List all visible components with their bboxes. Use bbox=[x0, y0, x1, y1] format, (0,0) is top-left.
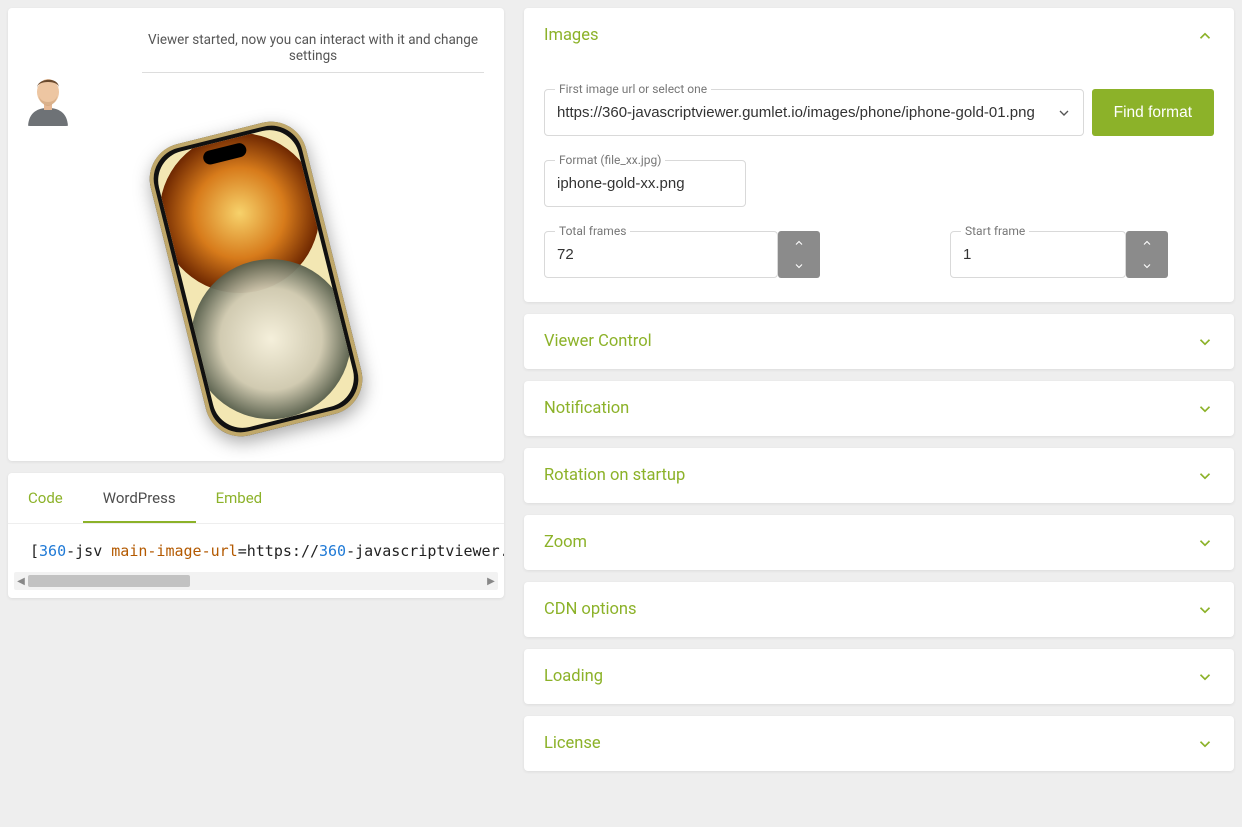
chevron-down-icon bbox=[1196, 735, 1214, 753]
section-viewer-control: Viewer Control bbox=[524, 314, 1234, 369]
find-format-button[interactable]: Find format bbox=[1092, 89, 1214, 136]
section-notification: Notification bbox=[524, 381, 1234, 436]
total-frames-increment[interactable] bbox=[778, 231, 820, 255]
chevron-down-icon bbox=[1196, 467, 1214, 485]
product-preview-image bbox=[142, 114, 370, 444]
section-viewer-control-toggle[interactable]: Viewer Control bbox=[524, 314, 1234, 369]
format-input[interactable] bbox=[545, 161, 745, 206]
section-license-toggle[interactable]: License bbox=[524, 716, 1234, 771]
avatar bbox=[24, 66, 72, 126]
start-frame-label: Start frame bbox=[961, 224, 1029, 238]
section-zoom-title: Zoom bbox=[544, 533, 587, 552]
section-notification-title: Notification bbox=[544, 399, 629, 418]
scroll-left-icon[interactable]: ◀ bbox=[14, 574, 28, 588]
output-tabs: Code WordPress Embed bbox=[8, 473, 504, 524]
first-image-url-select[interactable]: First image url or select one bbox=[544, 89, 1084, 136]
total-frames-stepper: Total frames bbox=[544, 231, 820, 278]
section-cdn: CDN options bbox=[524, 582, 1234, 637]
total-frames-input[interactable] bbox=[545, 232, 777, 277]
first-image-url-input[interactable] bbox=[545, 90, 1046, 135]
tab-code[interactable]: Code bbox=[8, 473, 83, 523]
section-loading: Loading bbox=[524, 649, 1234, 704]
scrollbar-thumb[interactable] bbox=[28, 575, 190, 587]
chevron-down-icon bbox=[1196, 668, 1214, 686]
scroll-right-icon[interactable]: ▶ bbox=[484, 574, 498, 588]
viewer-360-stage[interactable] bbox=[20, 109, 492, 449]
tab-embed[interactable]: Embed bbox=[196, 473, 283, 523]
section-rotation: Rotation on startup bbox=[524, 448, 1234, 503]
section-zoom-toggle[interactable]: Zoom bbox=[524, 515, 1234, 570]
code-snippet[interactable]: [360-jsv main-image-url=https://360-java… bbox=[8, 524, 504, 566]
section-rotation-title: Rotation on startup bbox=[544, 466, 685, 485]
section-images-title: Images bbox=[544, 26, 598, 45]
viewer-status-message: Viewer started, now you can interact wit… bbox=[142, 32, 484, 73]
chevron-down-icon[interactable] bbox=[1046, 90, 1083, 135]
section-loading-title: Loading bbox=[544, 667, 603, 686]
section-zoom: Zoom bbox=[524, 515, 1234, 570]
format-label: Format (file_xx.jpg) bbox=[555, 153, 665, 167]
section-license-title: License bbox=[544, 734, 601, 753]
section-images: Images First image url or select one Fin… bbox=[524, 8, 1234, 302]
total-frames-decrement[interactable] bbox=[778, 255, 820, 279]
start-frame-input[interactable] bbox=[951, 232, 1125, 277]
code-horizontal-scrollbar[interactable]: ◀ ▶ bbox=[14, 572, 498, 590]
start-frame-increment[interactable] bbox=[1126, 231, 1168, 255]
section-notification-toggle[interactable]: Notification bbox=[524, 381, 1234, 436]
tab-wordpress[interactable]: WordPress bbox=[83, 473, 196, 523]
first-image-url-label: First image url or select one bbox=[555, 82, 711, 96]
format-field: Format (file_xx.jpg) bbox=[544, 160, 746, 207]
start-frame-decrement[interactable] bbox=[1126, 255, 1168, 279]
section-cdn-toggle[interactable]: CDN options bbox=[524, 582, 1234, 637]
chevron-down-icon bbox=[1196, 601, 1214, 619]
section-rotation-toggle[interactable]: Rotation on startup bbox=[524, 448, 1234, 503]
chevron-up-icon bbox=[1196, 27, 1214, 45]
start-frame-stepper: Start frame bbox=[950, 231, 1168, 278]
chevron-down-icon bbox=[1196, 400, 1214, 418]
section-license: License bbox=[524, 716, 1234, 771]
viewer-panel: Viewer started, now you can interact wit… bbox=[8, 8, 504, 461]
total-frames-label: Total frames bbox=[555, 224, 630, 238]
section-images-toggle[interactable]: Images bbox=[524, 8, 1234, 63]
section-viewer-control-title: Viewer Control bbox=[544, 332, 652, 351]
chevron-down-icon bbox=[1196, 534, 1214, 552]
section-loading-toggle[interactable]: Loading bbox=[524, 649, 1234, 704]
section-cdn-title: CDN options bbox=[544, 600, 637, 619]
chevron-down-icon bbox=[1196, 333, 1214, 351]
code-output-panel: Code WordPress Embed [360-jsv main-image… bbox=[8, 473, 504, 598]
